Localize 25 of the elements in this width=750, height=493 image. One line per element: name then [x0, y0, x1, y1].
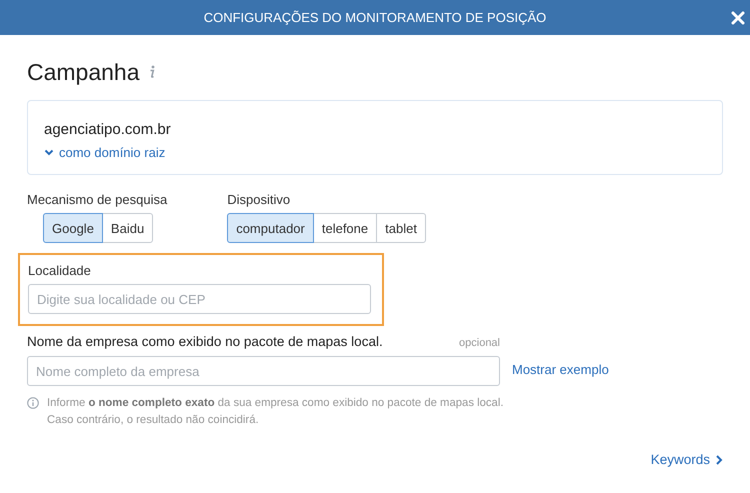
keywords-link[interactable]: Keywords [650, 452, 723, 467]
device-label: Dispositivo [227, 192, 292, 207]
help-text: Caso contrário, o resultado não coincidirá. [47, 413, 260, 428]
search-engine-label: Mecanismo de pesquisa [27, 192, 168, 207]
domain-text: agenciatipo.com.br [44, 121, 172, 138]
info-icon [27, 397, 39, 409]
device-option[interactable]: computador [227, 213, 314, 243]
show-example-link[interactable]: Mostrar exemplo [512, 362, 609, 376]
business-name-field[interactable]: Nome completo da empresa [27, 356, 500, 386]
chevron-right-icon [715, 454, 723, 466]
search-engine-option[interactable]: Baidu [102, 213, 154, 243]
domain-scope-link[interactable]: como domínio raiz [44, 145, 166, 160]
chevron-down-icon [44, 149, 54, 156]
close-icon[interactable] [731, 11, 745, 25]
window-title: CONFIGURAÇÕES DO MONITORAMENTO DE POSIÇÃO [204, 10, 546, 25]
info-icon[interactable] [148, 65, 156, 79]
device-option[interactable]: telefone [312, 213, 378, 243]
search-engine-option[interactable]: Google [43, 213, 103, 243]
location-field[interactable]: Digite sua localidade ou CEP [28, 284, 371, 314]
location-label: Localidade [28, 263, 92, 278]
business-name-label: Nome da empresa como exibido no pacote de mapas local. [27, 334, 383, 349]
help-text: Informe o nome completo exato da sua empresa como exibido no pacote de mapas local. [47, 396, 504, 411]
section-heading: Campanha [27, 58, 140, 86]
device-option[interactable]: tablet [376, 213, 426, 243]
optional-label: opcional [459, 337, 500, 349]
